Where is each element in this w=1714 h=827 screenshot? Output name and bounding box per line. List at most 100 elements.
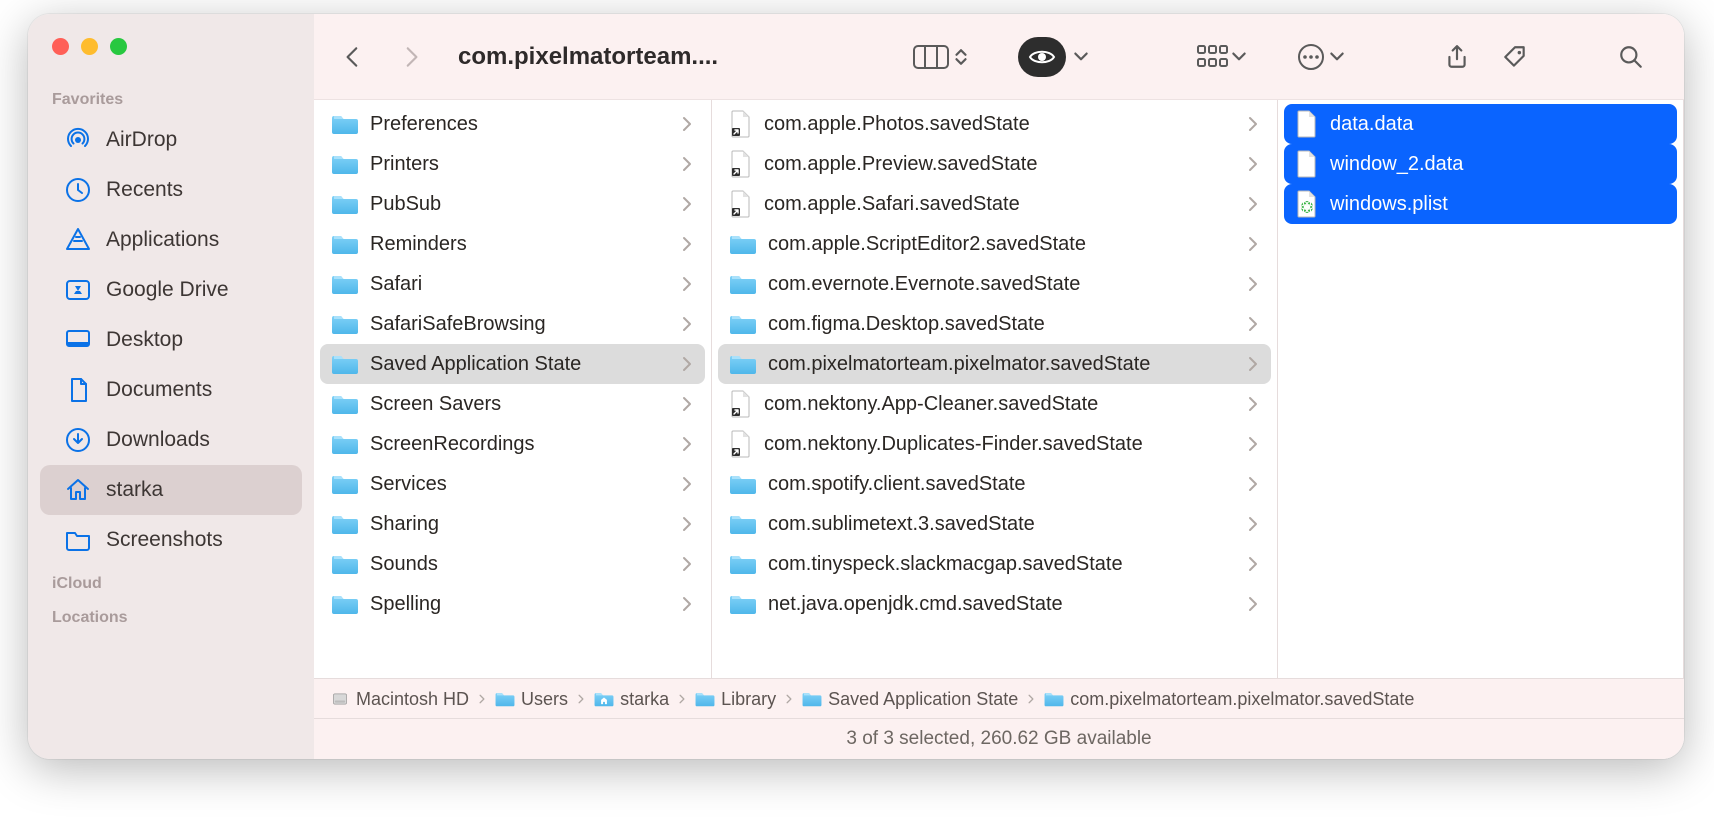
- share-button[interactable]: [1432, 33, 1482, 81]
- list-item[interactable]: window_2.data: [1284, 144, 1677, 184]
- action-menu-button[interactable]: [1296, 42, 1346, 72]
- clock-icon: [64, 176, 92, 204]
- path-segment[interactable]: Saved Application State: [802, 689, 1018, 710]
- column-2[interactable]: com.apple.Photos.savedState com.apple.Pre…: [712, 100, 1278, 678]
- tags-button[interactable]: [1490, 33, 1540, 81]
- list-item[interactable]: Spelling: [320, 584, 705, 624]
- list-item-label: SafariSafeBrowsing: [370, 313, 667, 336]
- list-item[interactable]: Preferences: [320, 104, 705, 144]
- list-item[interactable]: com.sublimetext.3.savedState: [718, 504, 1271, 544]
- sidebar-item-airdrop[interactable]: AirDrop: [40, 115, 302, 165]
- chevron-right-icon: [675, 691, 689, 707]
- list-item[interactable]: Services: [320, 464, 705, 504]
- sidebar-item-recents[interactable]: Recents: [40, 165, 302, 215]
- path-segment-label: Saved Application State: [828, 689, 1018, 710]
- sidebar-section-locations: Locations: [28, 599, 314, 633]
- list-item-label: window_2.data: [1330, 153, 1667, 176]
- path-bar[interactable]: Macintosh HD Users starka Library Saved Appl…: [314, 679, 1684, 719]
- list-item-label: Reminders: [370, 233, 667, 256]
- window-controls: [28, 32, 314, 81]
- list-item-label: Safari: [370, 273, 667, 296]
- sidebar-item-applications[interactable]: Applications: [40, 215, 302, 265]
- list-item[interactable]: com.apple.ScriptEditor2.savedState: [718, 224, 1271, 264]
- download-icon: [64, 426, 92, 454]
- column-1[interactable]: Preferences PrintersPubSub Reminders Safari…: [314, 100, 712, 678]
- view-mode-columns-button[interactable]: [912, 43, 970, 71]
- finder-window: Favorites AirDrop RecentsApplicationsGoog…: [28, 14, 1684, 759]
- list-item[interactable]: data.data: [1284, 104, 1677, 144]
- sidebar-item-label: Screenshots: [106, 528, 223, 552]
- back-button[interactable]: [328, 33, 378, 81]
- list-item-label: com.tinyspeck.slackmacgap.savedState: [768, 553, 1233, 576]
- list-item[interactable]: com.figma.Desktop.savedState: [718, 304, 1271, 344]
- list-item[interactable]: Reminders: [320, 224, 705, 264]
- path-segment[interactable]: Users: [495, 689, 568, 710]
- list-item[interactable]: windows.plist: [1284, 184, 1677, 224]
- list-item[interactable]: Sharing: [320, 504, 705, 544]
- close-window-button[interactable]: [52, 38, 69, 55]
- list-item[interactable]: Saved Application State: [320, 344, 705, 384]
- list-item[interactable]: PubSub: [320, 184, 705, 224]
- group-by-button[interactable]: [1196, 44, 1248, 70]
- sidebar-item-label: starka: [106, 478, 163, 502]
- sidebar-item-label: AirDrop: [106, 128, 177, 152]
- path-segment[interactable]: Library: [695, 689, 776, 710]
- list-item[interactable]: Screen Savers: [320, 384, 705, 424]
- sidebar-item-desktop[interactable]: Desktop: [40, 315, 302, 365]
- desktop-icon: [64, 326, 92, 354]
- list-item-label: Screen Savers: [370, 393, 667, 416]
- list-item[interactable]: com.nektony.Duplicates-Finder.savedState: [718, 424, 1271, 464]
- list-item[interactable]: com.pixelmatorteam.pixelmator.savedState: [718, 344, 1271, 384]
- sidebar-item-downloads[interactable]: Downloads: [40, 415, 302, 465]
- sidebar-item-screenshots[interactable]: Screenshots: [40, 515, 302, 565]
- path-segment[interactable]: starka: [594, 689, 669, 710]
- list-item[interactable]: Safari: [320, 264, 705, 304]
- zoom-window-button[interactable]: [110, 38, 127, 55]
- drive-icon: [64, 276, 92, 304]
- chevron-right-icon: [475, 691, 489, 707]
- list-item[interactable]: com.apple.Photos.savedState: [718, 104, 1271, 144]
- list-item-label: Preferences: [370, 113, 667, 136]
- path-segment-label: com.pixelmatorteam.pixelmator.savedState: [1070, 689, 1414, 710]
- list-item-label: com.spotify.client.savedState: [768, 473, 1233, 496]
- list-item[interactable]: com.evernote.Evernote.savedState: [718, 264, 1271, 304]
- list-item[interactable]: com.nektony.App-Cleaner.savedState: [718, 384, 1271, 424]
- column-3[interactable]: data.data window_2.data windows.plist: [1278, 100, 1684, 678]
- list-item[interactable]: Sounds: [320, 544, 705, 584]
- search-button[interactable]: [1606, 33, 1656, 81]
- list-item-label: com.pixelmatorteam.pixelmator.savedState: [768, 353, 1233, 376]
- preview-toggle-button[interactable]: [1018, 37, 1090, 77]
- list-item[interactable]: com.tinyspeck.slackmacgap.savedState: [718, 544, 1271, 584]
- list-item[interactable]: SafariSafeBrowsing: [320, 304, 705, 344]
- sidebar-section-favorites: Favorites: [28, 81, 314, 115]
- list-item[interactable]: ScreenRecordings: [320, 424, 705, 464]
- path-segment[interactable]: com.pixelmatorteam.pixelmator.savedState: [1044, 689, 1414, 710]
- chevron-right-icon: [1024, 691, 1038, 707]
- list-item-label: net.java.openjdk.cmd.savedState: [768, 593, 1233, 616]
- sidebar-item-label: Documents: [106, 378, 212, 402]
- list-item[interactable]: com.apple.Preview.savedState: [718, 144, 1271, 184]
- list-item-label: Services: [370, 473, 667, 496]
- apps-icon: [64, 226, 92, 254]
- sidebar-item-documents[interactable]: Documents: [40, 365, 302, 415]
- status-bar: 3 of 3 selected, 260.62 GB available: [314, 719, 1684, 759]
- list-item-label: com.apple.Preview.savedState: [764, 153, 1233, 176]
- list-item[interactable]: Printers: [320, 144, 705, 184]
- path-segment[interactable]: Macintosh HD: [330, 689, 469, 710]
- sidebar: Favorites AirDrop RecentsApplicationsGoog…: [28, 14, 314, 759]
- forward-button[interactable]: [386, 33, 436, 81]
- list-item[interactable]: com.apple.Safari.savedState: [718, 184, 1271, 224]
- list-item-label: com.sublimetext.3.savedState: [768, 513, 1233, 536]
- list-item-label: windows.plist: [1330, 193, 1667, 216]
- doc-icon: [64, 376, 92, 404]
- sidebar-item-google-drive[interactable]: Google Drive: [40, 265, 302, 315]
- list-item[interactable]: com.spotify.client.savedState: [718, 464, 1271, 504]
- home-icon: [64, 476, 92, 504]
- sidebar-item-starka[interactable]: starka: [40, 465, 302, 515]
- folder-icon: [64, 526, 92, 554]
- list-item[interactable]: net.java.openjdk.cmd.savedState: [718, 584, 1271, 624]
- path-segment-label: Library: [721, 689, 776, 710]
- minimize-window-button[interactable]: [81, 38, 98, 55]
- list-item-label: com.evernote.Evernote.savedState: [768, 273, 1233, 296]
- column-browser: Preferences PrintersPubSub Reminders Safari…: [314, 100, 1684, 679]
